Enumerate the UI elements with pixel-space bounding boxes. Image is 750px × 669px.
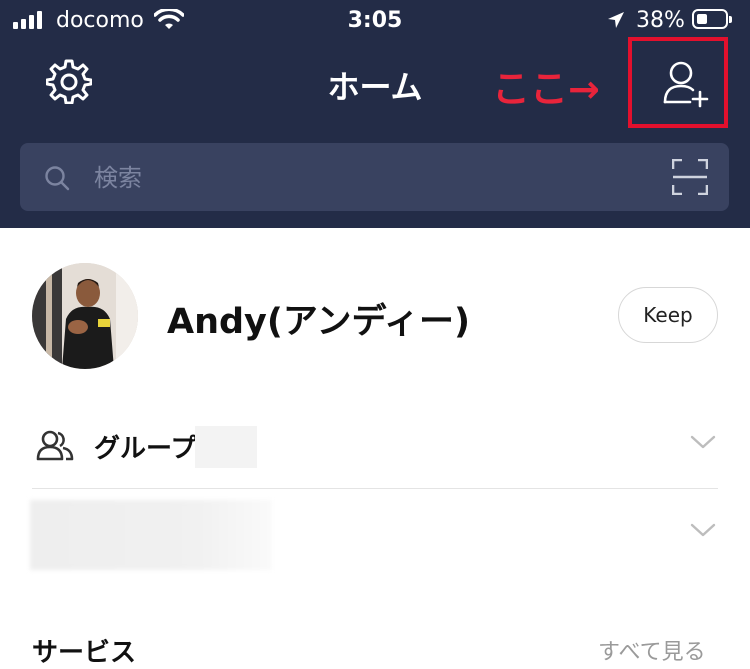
- profile-name[interactable]: Andy(アンディー): [167, 293, 470, 344]
- groups-label[interactable]: グループ: [94, 428, 196, 465]
- status-bar: docomo 3:05 38%: [0, 0, 750, 40]
- chevron-down-icon[interactable]: [690, 522, 716, 538]
- blurred-count: [195, 426, 257, 468]
- services-title: サービス: [32, 638, 137, 668]
- battery-icon: [692, 9, 732, 29]
- profile-photo: [32, 263, 138, 369]
- group-icon: [36, 430, 74, 461]
- chevron-down-icon[interactable]: [690, 434, 716, 450]
- battery-percent: 38%: [636, 8, 685, 33]
- qr-scan-icon[interactable]: [672, 159, 708, 195]
- search-icon: [45, 166, 70, 191]
- see-all-link[interactable]: すべて見る: [598, 634, 706, 666]
- location-arrow-icon: [608, 12, 624, 28]
- avatar[interactable]: [32, 263, 138, 369]
- divider: [32, 488, 718, 489]
- blurred-section: [30, 500, 272, 570]
- keep-button[interactable]: Keep: [618, 287, 718, 343]
- search-bar[interactable]: [20, 143, 729, 211]
- annotation-text: ここ→: [492, 67, 600, 111]
- search-input[interactable]: [92, 159, 656, 197]
- highlight-box: [628, 37, 728, 128]
